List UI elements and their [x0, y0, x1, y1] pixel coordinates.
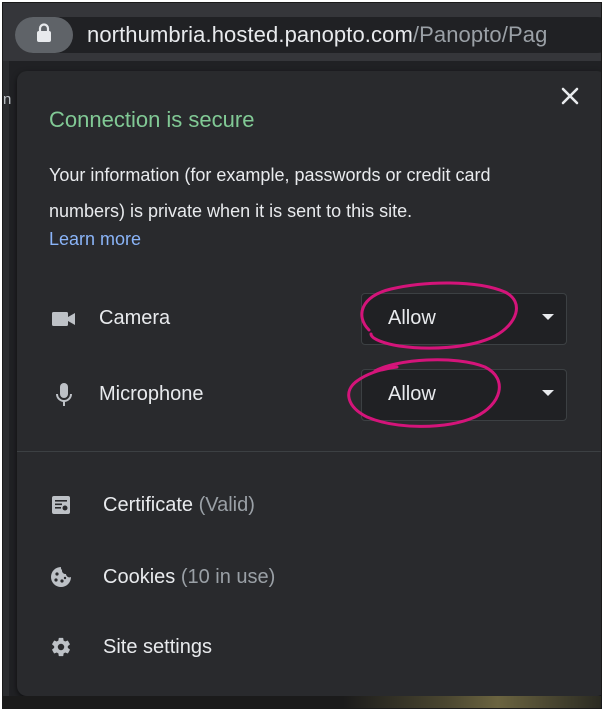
- microphone-permission-select[interactable]: Allow: [361, 369, 567, 421]
- certificate-label: Certificate (Valid): [103, 494, 255, 516]
- select-value: Allow: [388, 383, 436, 405]
- url-text[interactable]: northumbria.hosted.panopto.com/Panopto/P…: [87, 22, 547, 48]
- chevron-down-icon: [542, 390, 554, 396]
- select-value: Allow: [388, 307, 436, 329]
- camera-permission-select[interactable]: Allow: [361, 293, 567, 345]
- site-settings-label: Site settings: [103, 636, 212, 658]
- connection-status-title: Connection is secure: [49, 107, 255, 132]
- learn-more-link[interactable]: Learn more: [49, 229, 141, 250]
- cookie-icon: [49, 565, 73, 589]
- toolbar: northumbria.hosted.panopto.com/Panopto/P…: [3, 3, 601, 61]
- cookies-item[interactable]: Cookies (10 in use): [49, 557, 549, 597]
- cookies-label: Cookies (10 in use): [103, 566, 276, 588]
- section-divider: [17, 451, 601, 452]
- certificate-icon: [49, 493, 73, 517]
- permission-row-camera: Camera Allow: [49, 293, 569, 345]
- camera-icon: [49, 305, 79, 333]
- close-button[interactable]: [557, 85, 583, 111]
- address-bar[interactable]: northumbria.hosted.panopto.com/Panopto/P…: [15, 17, 601, 53]
- page-image-fragment: [343, 696, 601, 708]
- permission-label: Microphone: [99, 383, 204, 405]
- site-info-button[interactable]: [15, 17, 73, 53]
- chevron-down-icon: [542, 314, 554, 320]
- site-info-popup: Connection is secure Your information (f…: [17, 71, 601, 696]
- close-icon: [561, 87, 579, 110]
- connection-description: Your information (for example, passwords…: [49, 165, 491, 221]
- browser-window: northumbria.hosted.panopto.com/Panopto/P…: [2, 2, 602, 709]
- lock-icon: [36, 22, 52, 48]
- permission-row-microphone: Microphone Allow: [49, 369, 569, 421]
- certificate-item[interactable]: Certificate (Valid): [49, 485, 549, 525]
- site-settings-item[interactable]: Site settings: [49, 627, 549, 667]
- permission-label: Camera: [99, 307, 171, 329]
- url-path: /Panopto/Pag: [412, 22, 548, 47]
- gear-icon: [49, 635, 73, 659]
- url-host: northumbria.hosted.panopto.com: [87, 22, 413, 47]
- page-edge-text: n: [3, 91, 12, 108]
- page-edge: [3, 61, 9, 708]
- microphone-icon: [49, 381, 79, 409]
